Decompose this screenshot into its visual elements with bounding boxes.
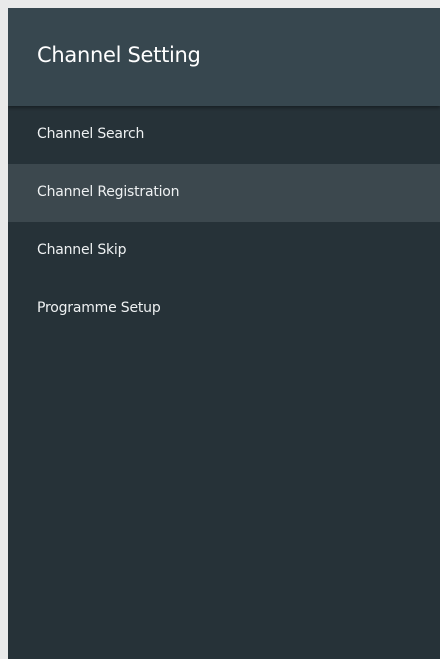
page-title: Channel Setting: [37, 43, 201, 67]
menu-item-channel-skip[interactable]: Channel Skip: [8, 222, 440, 280]
channel-setting-panel: Channel Setting Channel Search Channel R…: [8, 8, 440, 659]
menu-item-channel-registration[interactable]: Channel Registration: [8, 164, 440, 222]
menu-item-label: Channel Search: [37, 126, 145, 142]
menu-item-channel-search[interactable]: Channel Search: [8, 106, 440, 164]
menu-item-label: Programme Setup: [37, 300, 161, 316]
menu-item-programme-setup[interactable]: Programme Setup: [8, 280, 440, 338]
menu-item-label: Channel Registration: [37, 184, 180, 200]
channel-setting-menu: Channel Search Channel Registration Chan…: [8, 106, 440, 338]
menu-item-label: Channel Skip: [37, 242, 127, 258]
panel-header: Channel Setting: [8, 8, 440, 106]
